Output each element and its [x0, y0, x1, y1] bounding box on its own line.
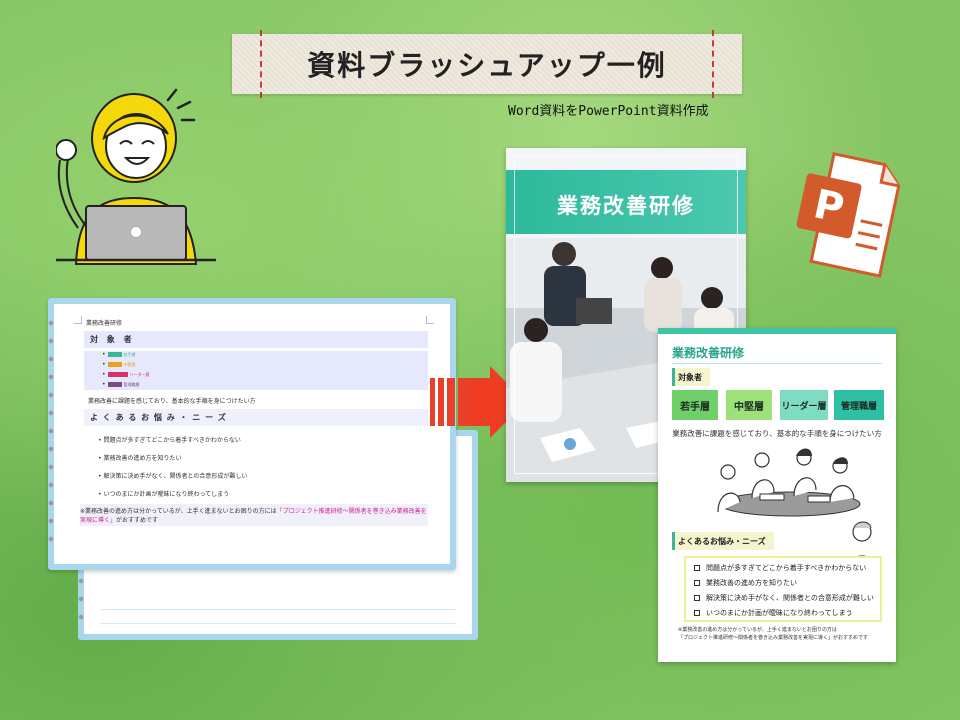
slide-footnote: ※業務改善の進め方は分かっているが、上手く進まないとお困りの方は 「プロジェクト… — [678, 627, 869, 641]
checkbox-icon — [694, 610, 700, 616]
slide-title: 業務改善研修 — [672, 346, 745, 360]
doc-heading: 業務改善研修 — [86, 320, 123, 327]
powerpoint-icon: P — [796, 152, 901, 278]
needs-box: 問題点が多すぎてどこから着手すべきかわからない 業務改善の進め方を知りたい 解決… — [684, 556, 882, 622]
doc-section-target: 対 象 者 — [84, 331, 428, 348]
doc-bullet: • 問題点が多すぎてどこから着手すべきかわからない — [98, 437, 241, 444]
slide-description: 業務改善に課題を感じており、基本的な手順を身につけたい方 — [672, 429, 882, 438]
target-tag-junior: 若手層 — [672, 390, 718, 420]
content-slide: 業務改善研修 対象者 若手層 中堅層 リーダー層 管理職層 業務改善に課題を感じ… — [658, 328, 896, 662]
doc-bullet: • 業務改善の進め方を知りたい — [98, 455, 182, 462]
subtitle: Word資料をPowerPoint資料作成 — [508, 104, 709, 119]
target-tag-leader: リーダー層 — [780, 390, 828, 420]
need-item: 問題点が多すぎてどこから着手すべきかわからない — [694, 563, 866, 573]
arrow-stripes — [430, 378, 470, 426]
doc-tag-row: • 中堅層 — [102, 361, 136, 368]
doc-tag — [107, 352, 122, 357]
doc-tag-row: • 若手層 — [102, 351, 136, 358]
doc-tag-row: • 管理職層 — [102, 381, 140, 388]
target-label: 対象者 — [672, 368, 710, 386]
person-laptop-illustration — [56, 88, 216, 265]
need-item: 業務改善の進め方を知りたい — [694, 578, 797, 588]
team-meeting-illustration — [717, 448, 861, 517]
slide-top-bar — [658, 328, 896, 334]
need-item: 解決策に決め手がなく、関係者との合意形成が難しい — [694, 593, 874, 603]
checkbox-icon — [694, 565, 700, 571]
page-title: 資料ブラッシュアップ一例 — [307, 49, 667, 82]
doc-section-needs: よ く あ る お 悩 み ・ ニ ー ズ — [84, 409, 428, 426]
doc-bullet: • いつのまにか計画が曖昧になり終わってしまう — [98, 491, 230, 498]
ring-binding — [46, 314, 56, 554]
target-tag-mid: 中堅層 — [726, 390, 772, 420]
checkbox-icon — [694, 595, 700, 601]
needs-label: よくあるお悩み・ニーズ — [672, 532, 774, 550]
doc-bullet: • 解決策に決め手がなく、関係者との合意形成が難しい — [98, 473, 248, 480]
need-item: いつのまにか計画が曖昧になり終わってしまう — [694, 608, 853, 618]
doc-tag — [107, 362, 122, 367]
doc-tag — [107, 372, 128, 377]
doc-note: ※業務改善の進め方は分かっているが、上手く進まないとお困りの方には「プロジェクト… — [80, 504, 428, 526]
doc-tag — [107, 382, 122, 387]
doc-tag-row: • リーダー層 — [102, 371, 150, 378]
checkbox-icon — [694, 580, 700, 586]
word-document-preview: 業務改善研修 対 象 者 • 若手層 • 中堅層 • リーダー層 • 管理職層 … — [46, 298, 456, 570]
target-tag-manager: 管理職層 — [834, 390, 884, 420]
doc-intro: 業務改善に課題を感じており、基本的な手順を身につけたい方 — [88, 398, 256, 405]
title-banner: 資料ブラッシュアップ一例 — [232, 30, 742, 98]
